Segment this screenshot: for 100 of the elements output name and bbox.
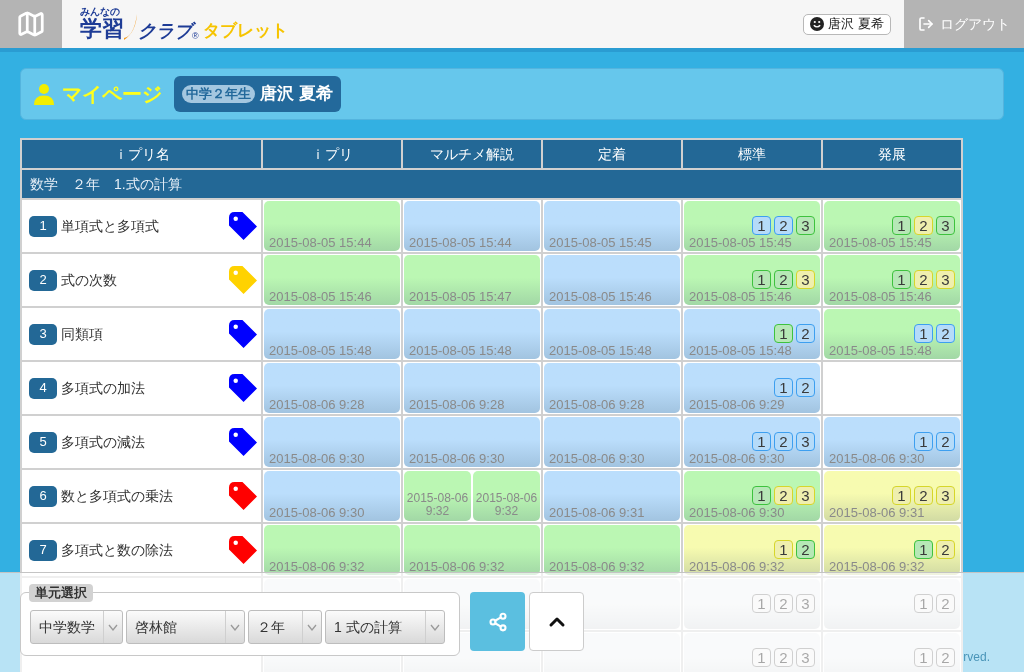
number-badge: 2 [29,269,57,291]
result-tile[interactable]: 1 2 3 2015-08-05 15:45 [824,201,960,251]
date-text: 2015-08-06 9:30 [409,451,506,466]
select-dropdown[interactable]: ２年 [248,610,322,644]
level-button[interactable]: 3 [796,270,815,289]
share-button[interactable] [470,592,525,651]
date-text: 2015-08-05 15:45 [549,235,653,250]
level-button[interactable]: 2 [914,486,933,505]
map-icon [16,9,46,39]
date-text: 2015-08-05 15:44 [409,235,513,250]
level-button[interactable]: 2 [936,324,955,343]
result-tile[interactable]: 1 2 3 2015-08-06 9:30 [684,471,820,521]
result-tile[interactable]: 1 2 2015-08-05 15:48 [684,309,820,359]
level-button[interactable]: 2 [936,540,955,559]
lesson-name[interactable]: 多項式の減法 [61,431,145,453]
number-badge: 3 [29,323,57,345]
level-button[interactable]: 2 [774,486,793,505]
result-tile[interactable]: 1 2 3 2015-08-06 9:31 [824,471,960,521]
result-tile[interactable]: 1 2 3 2015-08-05 15:46 [824,255,960,305]
chevron-down-icon [430,623,440,631]
level-button[interactable]: 2 [914,216,933,235]
level-button[interactable]: 1 [914,432,933,451]
level-button[interactable]: 1 [774,378,793,397]
level-button[interactable]: 2 [796,324,815,343]
level-button[interactable]: 1 [752,432,771,451]
level-button[interactable]: 1 [892,486,911,505]
chevron-down-icon [307,623,317,631]
date-text: 2015-08-06 9:30 [269,451,366,466]
date-text: 2015-08-05 15:48 [689,343,793,358]
date-text: 2015-08-05 15:48 [549,343,653,358]
lesson-name[interactable]: 数と多項式の乗法 [61,485,173,507]
column-header: 標準 [683,140,821,168]
level-button[interactable]: 3 [936,216,955,235]
result-tile[interactable]: 1 2 3 2015-08-06 9:30 [684,417,820,467]
logo-subtitle: タブレット [202,21,288,41]
level-button[interactable]: 1 [752,216,771,235]
level-button[interactable]: 1 [892,216,911,235]
select-dropdown[interactable]: 1 式の計算 [325,610,445,644]
result-tile[interactable]: 1 2 2015-08-06 9:32 [824,525,960,575]
date-text: 2015-08-05 15:46 [549,289,653,304]
level-button[interactable]: 2 [796,378,815,397]
swoosh-icon [124,14,138,40]
level-button[interactable]: 1 [774,324,793,343]
date-text: 2015-08-06 9:31 [829,505,926,520]
level-button[interactable]: 3 [936,270,955,289]
scroll-up-button[interactable] [529,592,584,651]
lesson-name[interactable]: 式の次数 [61,269,117,291]
logo-tagline: みんなの [80,6,121,17]
date-text: 2015-08-06 9:30 [829,451,926,466]
result-tile[interactable]: 1 2 2015-08-06 9:30 [824,417,960,467]
date-text: 2015-08-05 15:45 [689,235,793,250]
result-tile[interactable]: 1 2 3 2015-08-05 15:46 [684,255,820,305]
date-text: 2015-08-06 9:32 [549,559,646,574]
lesson-name[interactable]: 単項式と多項式 [61,215,159,237]
level-button[interactable]: 3 [936,486,955,505]
lesson-name[interactable]: 同類項 [61,323,103,345]
level-button[interactable]: 1 [892,270,911,289]
level-button[interactable]: 3 [796,432,815,451]
result-tile[interactable]: 1 2 2015-08-06 9:32 [684,525,820,575]
date-text: 2015-08-06 9:30 [689,505,786,520]
section-header: 数学 ２年 1.式の計算 [22,170,961,198]
legend-label: 単元選択 [29,584,93,602]
lesson-name[interactable]: 多項式と数の除法 [61,539,173,561]
level-button[interactable]: 1 [752,270,771,289]
date-text: 2015-08-05 15:48 [829,343,933,358]
date-text: 2015-08-06 9:28 [409,397,506,412]
level-button[interactable]: 2 [774,270,793,289]
level-button[interactable]: 3 [796,486,815,505]
user-button[interactable]: 唐沢 夏希 [803,13,891,35]
level-button[interactable]: 2 [774,216,793,235]
number-badge: 7 [29,539,57,561]
level-button[interactable]: 1 [914,324,933,343]
level-button[interactable]: 2 [936,432,955,451]
chevron-down-icon [108,623,118,631]
level-button[interactable]: 2 [796,540,815,559]
select-dropdown[interactable]: 中学数学 [30,610,123,644]
result-tile[interactable]: 1 2 2015-08-06 9:29 [684,363,820,413]
date-text: 2015-08-05 15:46 [689,289,793,304]
result-tile[interactable]: 1 2 2015-08-05 15:48 [824,309,960,359]
date-text: 2015-08-05 15:44 [269,235,373,250]
lesson-name[interactable]: 多項式の加法 [61,377,145,399]
date-text: 2015-08-05 15:46 [829,289,933,304]
level-button[interactable]: 1 [752,486,771,505]
date-text: 2015-08-06 9:32 [405,492,470,518]
level-button[interactable]: 3 [796,216,815,235]
level-button[interactable]: 1 [914,540,933,559]
menu-button[interactable] [0,0,62,48]
date-text: 2015-08-06 9:30 [689,451,786,466]
select-dropdown[interactable]: 啓林館 [126,610,245,644]
level-button[interactable]: 2 [914,270,933,289]
date-text: 2015-08-05 15:48 [409,343,513,358]
date-text: 2015-08-06 9:32 [409,559,506,574]
column-header: ｉプリ名 [22,140,261,168]
number-badge: 5 [29,431,57,453]
date-text: 2015-08-06 9:32 [269,559,366,574]
result-tile[interactable]: 1 2 3 2015-08-05 15:45 [684,201,820,251]
date-text: 2015-08-06 9:29 [689,397,786,412]
level-button[interactable]: 2 [774,432,793,451]
level-button[interactable]: 1 [774,540,793,559]
date-text: 2015-08-05 15:45 [829,235,933,250]
